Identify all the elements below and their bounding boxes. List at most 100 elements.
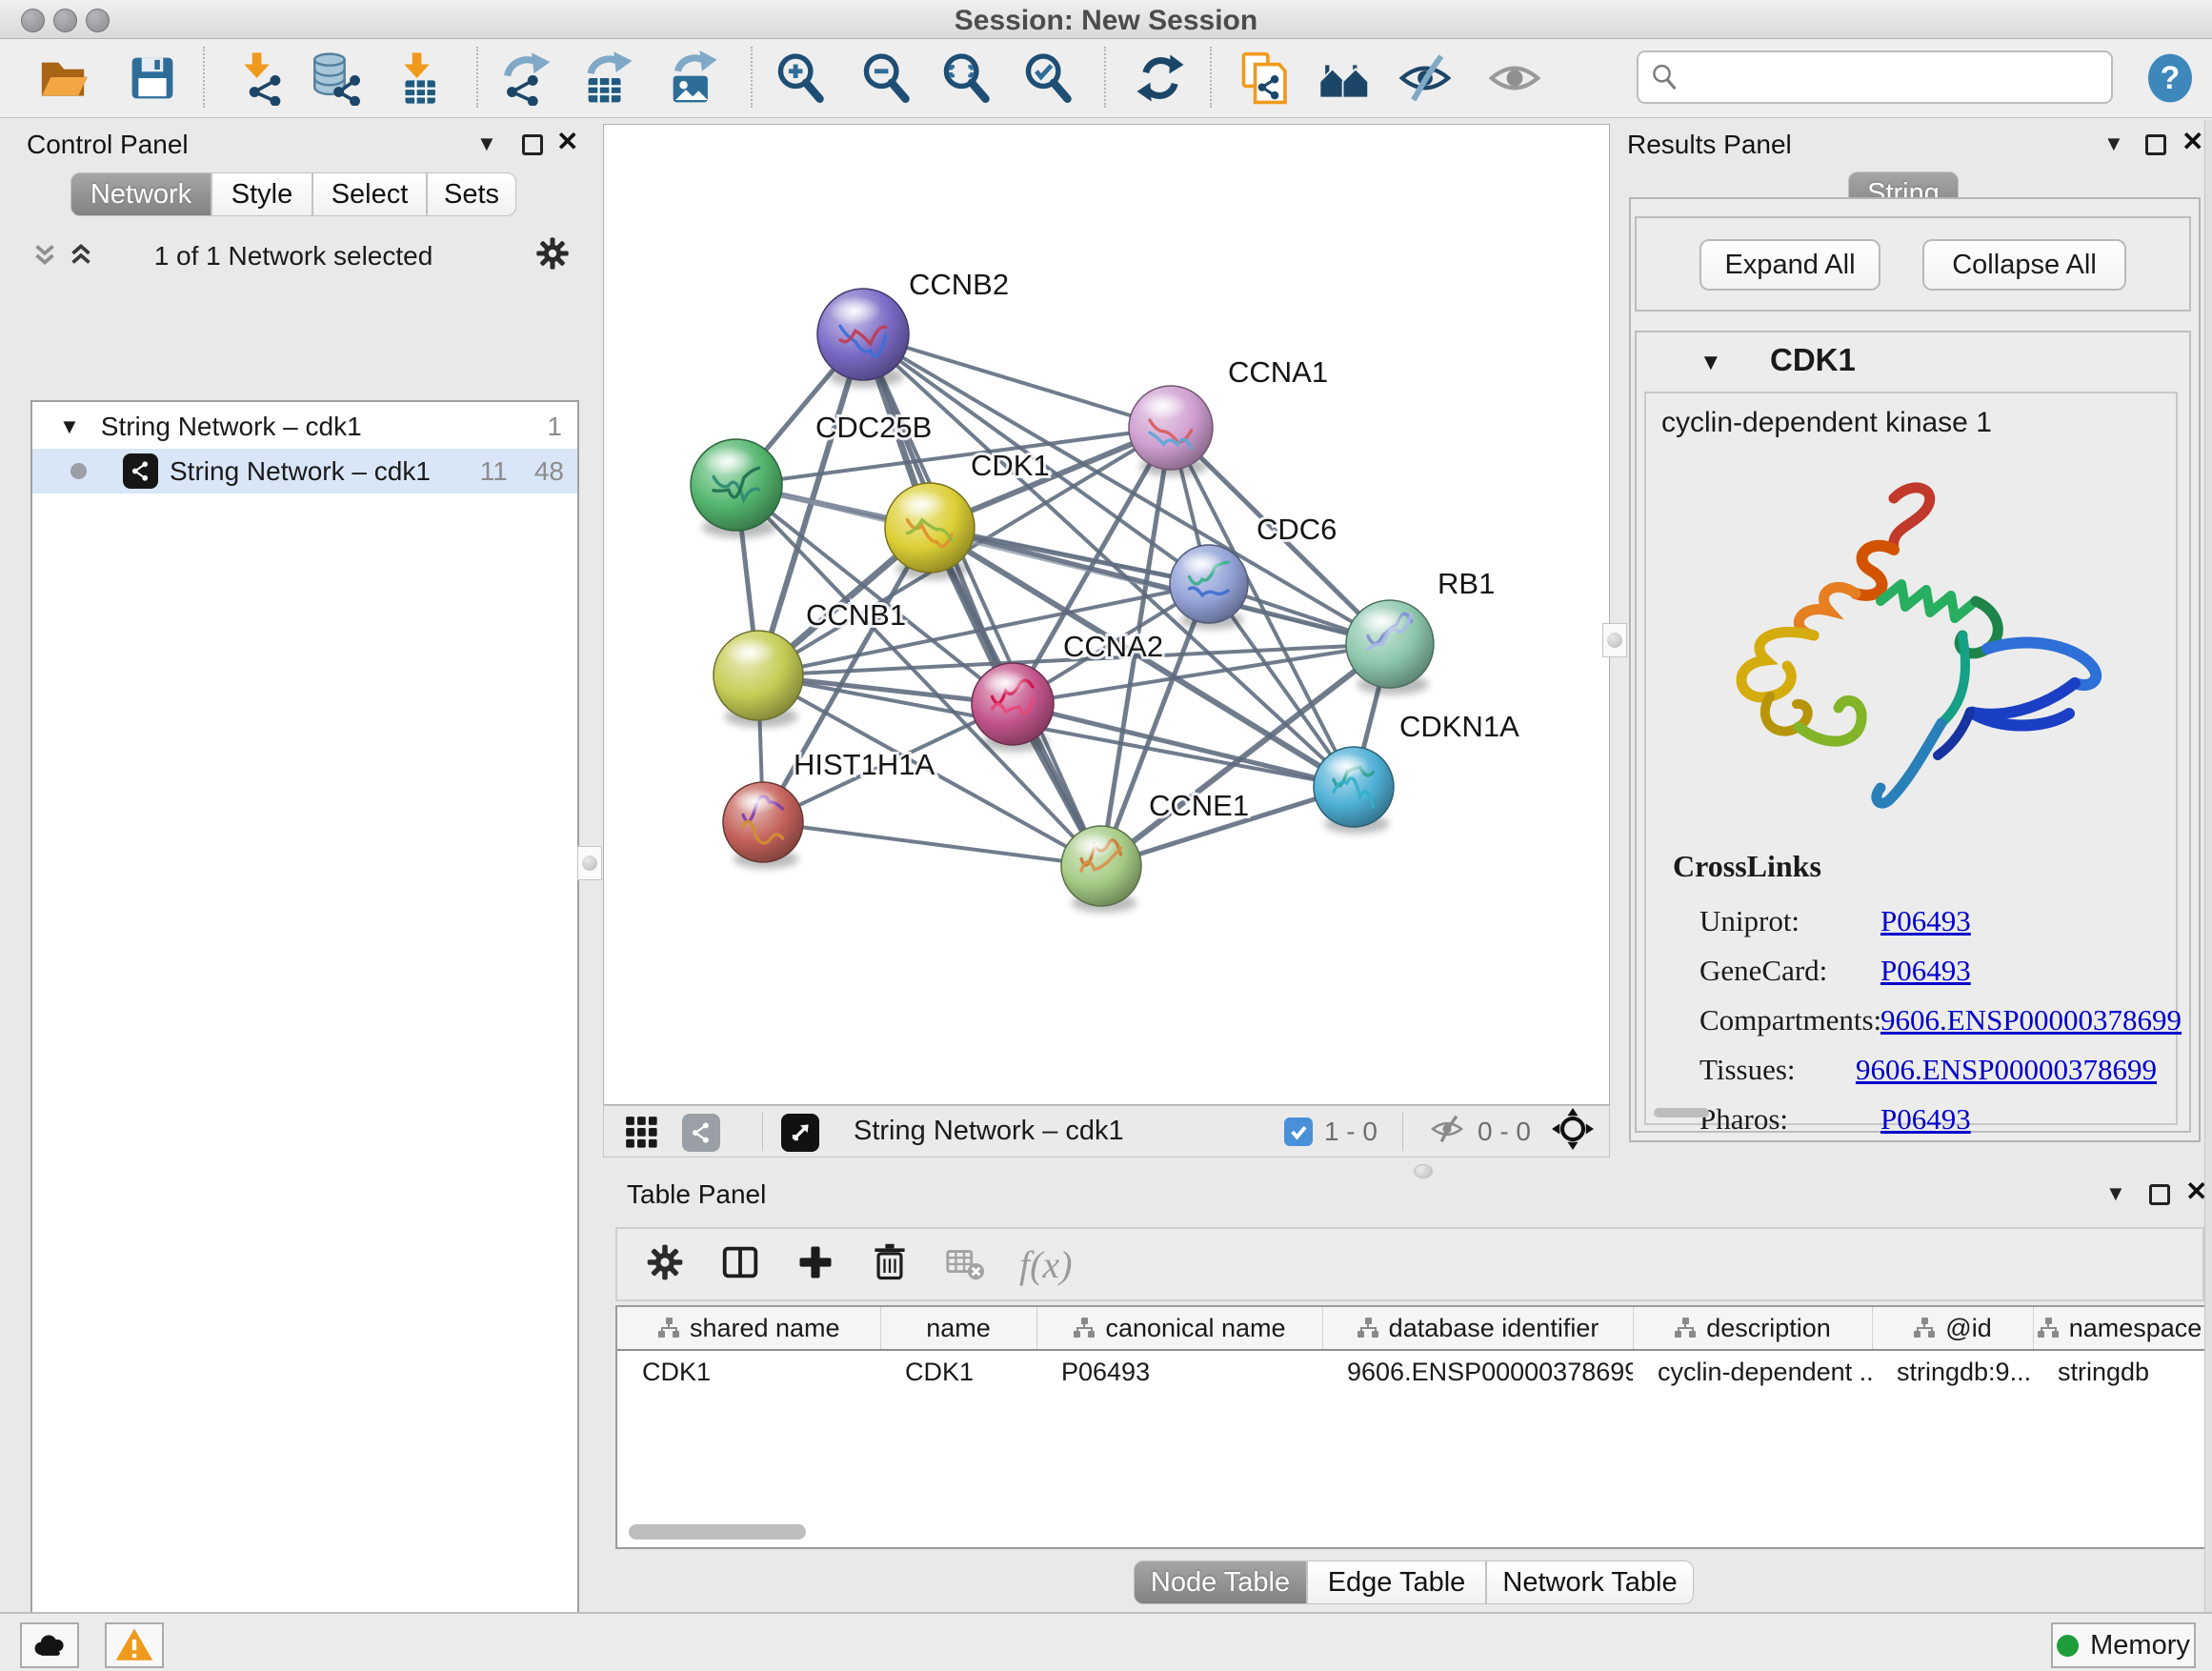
network-node-CCNB2[interactable]: [817, 289, 909, 388]
network-collection-row[interactable]: ▼ String Network – cdk1 1: [32, 404, 577, 449]
apply-layout-icon[interactable]: [1124, 44, 1196, 112]
tab-network[interactable]: Network: [70, 172, 211, 216]
search-field[interactable]: [1637, 50, 2113, 104]
network-node-CDKN1A[interactable]: [1314, 747, 1394, 834]
network-node-CCNA1[interactable]: [1129, 386, 1213, 476]
network-node-HIST1H1A[interactable]: [723, 782, 803, 869]
table-panel-menu-icon[interactable]: ▼: [2105, 1183, 2126, 1204]
column-header[interactable]: description: [1633, 1307, 1872, 1350]
results-hscrollbar-thumb[interactable]: [1654, 1108, 1709, 1117]
table-cell[interactable]: CDK1: [880, 1350, 1036, 1393]
crosslink-link[interactable]: 9606.ENSP00000378699: [1880, 996, 2182, 1045]
open-session-icon[interactable]: [27, 44, 99, 112]
results-panel-menu-icon[interactable]: ▼: [2103, 133, 2124, 154]
network-node-CCNE1[interactable]: [1061, 826, 1141, 913]
network-edge-HIST1H1A-CCNE1[interactable]: [763, 822, 1101, 866]
export-image-icon[interactable]: [655, 44, 728, 112]
delete-column-icon[interactable]: [869, 1241, 911, 1288]
delete-table-icon-disabled: [943, 1240, 987, 1289]
node-card-collapse-icon[interactable]: ▼: [1699, 350, 1722, 376]
hide-selected-eye-icon[interactable]: [1389, 44, 1461, 112]
table-cell[interactable]: stringdb:9...: [1872, 1350, 2033, 1393]
collapse-all-button[interactable]: Collapse All: [1922, 239, 2126, 291]
zoom-fit-icon[interactable]: [930, 44, 1002, 112]
table-cell[interactable]: stringdb: [2033, 1350, 2205, 1393]
hidden-eye-icon[interactable]: [1428, 1110, 1466, 1153]
import-table-file-icon[interactable]: [383, 44, 455, 112]
column-header[interactable]: name: [880, 1307, 1036, 1350]
network-node-CDK1[interactable]: [885, 483, 975, 580]
selected-checkbox-icon[interactable]: [1284, 1117, 1313, 1146]
search-input[interactable]: [1679, 61, 2100, 93]
warnings-button[interactable]: [105, 1622, 164, 1668]
fit-content-crosshair-icon[interactable]: [1552, 1108, 1594, 1155]
network-tab-icon[interactable]: [682, 1114, 720, 1152]
table-hscrollbar-thumb[interactable]: [629, 1524, 806, 1540]
expand-all-button[interactable]: Expand All: [1699, 239, 1880, 291]
crosslink-link[interactable]: P06493: [1880, 1095, 1971, 1144]
export-network-icon[interactable]: [490, 44, 562, 112]
expand-all-networks-icon[interactable]: [29, 238, 61, 275]
results-panel-close-icon[interactable]: ✕: [2182, 130, 2203, 154]
crosslink-link[interactable]: P06493: [1880, 896, 1971, 946]
tab-select[interactable]: Select: [312, 172, 427, 216]
tab-edge-table[interactable]: Edge Table: [1307, 1560, 1486, 1604]
network-node-CCNA2[interactable]: [972, 663, 1054, 752]
add-column-icon[interactable]: [794, 1241, 836, 1288]
help-button[interactable]: ?: [2134, 44, 2206, 112]
grid-view-icon[interactable]: [623, 1114, 659, 1155]
zoom-out-icon[interactable]: [850, 44, 922, 112]
network-panel-gear-icon[interactable]: [533, 234, 572, 277]
table-gear-icon[interactable]: [644, 1241, 686, 1288]
export-table-icon[interactable]: [571, 44, 643, 112]
search-icon: [1650, 63, 1679, 91]
save-session-icon[interactable]: [116, 44, 189, 112]
show-columns-icon[interactable]: [718, 1240, 762, 1289]
cloud-status-button[interactable]: [20, 1622, 79, 1668]
tab-network-table[interactable]: Network Table: [1486, 1560, 1694, 1604]
crosslink-link[interactable]: P06493: [1880, 946, 1971, 996]
network-from-selection-icon[interactable]: [1227, 44, 1299, 112]
import-network-database-icon[interactable]: [299, 44, 372, 112]
control-panel-float-icon[interactable]: [522, 134, 543, 155]
column-header[interactable]: namespace: [2033, 1307, 2205, 1350]
tab-sets[interactable]: Sets: [427, 172, 516, 216]
network-node-CDC6[interactable]: [1170, 545, 1248, 630]
collection-expand-icon[interactable]: ▼: [59, 414, 80, 439]
crosslink-row: Uniprot:P06493: [1699, 896, 2157, 946]
collection-label: String Network – cdk1: [101, 412, 362, 442]
network-canvas[interactable]: CCNB2CCNA1CDC25BCDK1CDC6RB1CCNB1CCNA2CDK…: [603, 124, 1610, 1105]
crosslink-link[interactable]: 9606.ENSP00000378699: [1856, 1045, 2157, 1095]
collapse-all-networks-icon[interactable]: [65, 238, 97, 275]
houses-icon[interactable]: [1309, 44, 1381, 112]
table-cell[interactable]: 9606.ENSP00000378699: [1322, 1350, 1633, 1393]
results-panel-float-icon[interactable]: [2145, 134, 2166, 155]
network-graph[interactable]: CCNB2CCNA1CDC25BCDK1CDC6RB1CCNB1CCNA2CDK…: [604, 125, 1609, 1104]
warning-icon: [114, 1625, 154, 1665]
control-panel-close-icon[interactable]: ✕: [556, 130, 578, 154]
column-header[interactable]: shared name: [617, 1307, 880, 1350]
table-cell[interactable]: P06493: [1036, 1350, 1322, 1393]
tab-node-table[interactable]: Node Table: [1134, 1560, 1307, 1604]
table-cell[interactable]: CDK1: [617, 1350, 880, 1393]
control-panel-menu-icon[interactable]: ▼: [476, 133, 497, 154]
zoom-selected-icon[interactable]: [1012, 44, 1084, 112]
column-header[interactable]: database identifier: [1322, 1307, 1633, 1350]
detach-view-icon[interactable]: [781, 1114, 819, 1152]
network-node-RB1[interactable]: [1346, 600, 1434, 695]
show-hidden-eye-icon[interactable]: [1478, 44, 1551, 112]
network-node-CDC25B[interactable]: [691, 439, 782, 538]
network-edge-count: 48: [534, 456, 564, 487]
table-row[interactable]: CDK1CDK1P064939606.ENSP00000378699cyclin…: [617, 1350, 2205, 1393]
network-node-CCNB1[interactable]: [714, 631, 803, 728]
zoom-in-icon[interactable]: [764, 44, 836, 112]
import-network-file-icon[interactable]: [223, 44, 295, 112]
left-splitter-handle[interactable]: [577, 846, 602, 880]
column-header[interactable]: @id: [1872, 1307, 2033, 1350]
network-row[interactable]: String Network – cdk1 11 48: [32, 449, 577, 493]
column-header[interactable]: canonical name: [1036, 1307, 1322, 1350]
tab-style[interactable]: Style: [211, 172, 312, 216]
memory-button[interactable]: Memory: [2051, 1622, 2196, 1668]
table-cell[interactable]: cyclin-dependent ...: [1633, 1350, 1872, 1393]
table-panel-float-icon[interactable]: [2149, 1184, 2170, 1205]
